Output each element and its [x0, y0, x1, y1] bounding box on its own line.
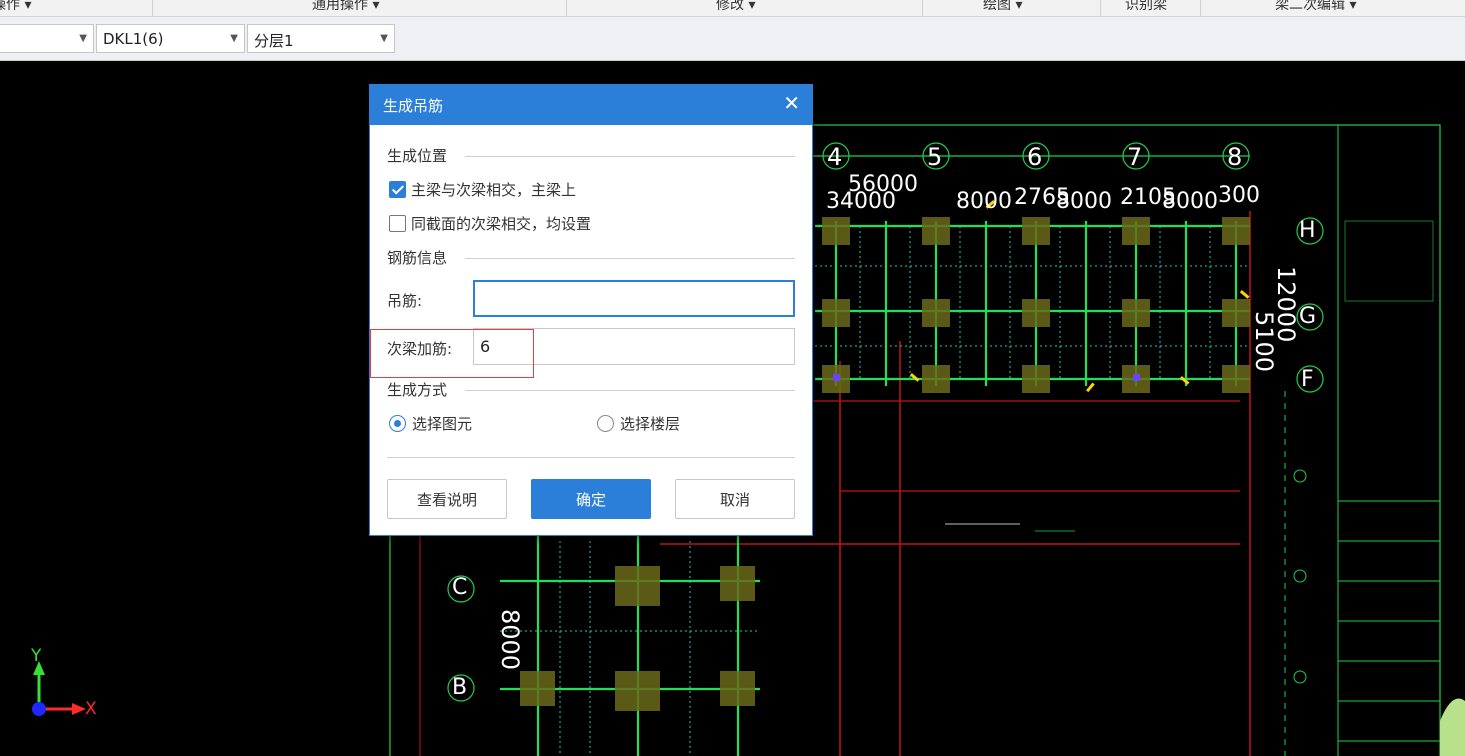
- close-icon[interactable]: ✕: [783, 91, 800, 115]
- dimension-text: 34000: [826, 189, 896, 214]
- hanger-label: 吊筋:: [387, 292, 423, 310]
- grid-number: 5: [927, 143, 943, 171]
- secondary-rebar-input[interactable]: [473, 328, 795, 365]
- checkbox-label: 主梁与次梁相交，主梁上: [411, 181, 577, 199]
- dimension-text-vertical: 5100: [1250, 311, 1278, 373]
- ribbon-group-common[interactable]: 通用操作 ▾: [312, 0, 379, 14]
- chevron-down-icon: ▼: [380, 33, 388, 44]
- grid-letter: G: [1299, 304, 1317, 329]
- section-divider: [465, 156, 795, 157]
- radio-selected-icon[interactable]: [389, 415, 406, 432]
- secondary-rebar-label: 次梁加筋:: [387, 340, 453, 358]
- checkbox-unchecked-icon[interactable]: [389, 215, 406, 232]
- section-title: 生成位置: [387, 147, 448, 165]
- grid-number: 4: [827, 143, 843, 171]
- footer-divider: [387, 457, 795, 458]
- section-title: 生成方式: [387, 381, 448, 399]
- ok-button[interactable]: 确定: [531, 479, 651, 519]
- help-button[interactable]: 查看说明: [387, 479, 507, 519]
- hanger-input[interactable]: [473, 280, 795, 317]
- radio-select-floor[interactable]: 选择楼层: [597, 413, 680, 434]
- grid-number: 6: [1027, 143, 1043, 171]
- grid-number: 7: [1127, 143, 1143, 171]
- radio-select-element[interactable]: 选择图元: [389, 413, 472, 434]
- radio-unselected-icon[interactable]: [597, 415, 614, 432]
- chevron-down-icon: ▼: [79, 33, 87, 44]
- grid-letter: H: [1299, 218, 1316, 243]
- layer-select[interactable]: 分层1 ▼: [247, 24, 395, 53]
- ribbon-group-draw[interactable]: 绘图 ▾: [983, 0, 1022, 14]
- bottom-structure: [500, 531, 760, 756]
- x-axis-label: X: [85, 699, 97, 719]
- section-title: 钢筋信息: [387, 249, 448, 267]
- ribbon-divider: [566, 0, 567, 16]
- title-table: [1344, 220, 1434, 302]
- dimension-text: 8000: [1056, 189, 1112, 214]
- dimension-text-vertical: 8000: [496, 609, 524, 671]
- radio-label: 选择图元: [412, 415, 473, 433]
- generate-hanger-dialog: 生成吊筋 ✕ 生成位置 主梁与次梁相交，主梁上 同截面的次梁相交，均设置 钢筋信…: [369, 84, 813, 536]
- ribbon-divider: [922, 0, 923, 16]
- ribbon-group-modify[interactable]: 修改 ▾: [716, 0, 755, 14]
- grid-number: 8: [1227, 143, 1243, 171]
- grid-letter: C: [452, 575, 468, 600]
- dialog-title: 生成吊筋: [383, 97, 444, 115]
- dimension-text: 300: [1218, 183, 1260, 208]
- grid-letter: F: [1301, 367, 1314, 392]
- ribbon-toolbar: 操作 ▾ 通用操作 ▾ 修改 ▾ 绘图 ▾ 识别梁 梁二次编辑 ▾: [0, 0, 1465, 17]
- hanger-marks: [909, 200, 1250, 393]
- ribbon-divider: [1200, 0, 1201, 16]
- ribbon-group-beam-edit[interactable]: 梁二次编辑 ▾: [1275, 0, 1356, 14]
- ucs-axes: [32, 661, 86, 716]
- checkbox-checked-icon[interactable]: [389, 181, 406, 198]
- selector-bar: ▼ DKL1(6) ▼ 分层1 ▼: [0, 17, 1465, 61]
- ribbon-divider: [1100, 0, 1101, 16]
- ribbon-divider: [152, 0, 153, 16]
- grid-letter: B: [452, 675, 468, 700]
- ribbon-group-operate[interactable]: 操作 ▾: [0, 0, 31, 14]
- dialog-title-bar[interactable]: 生成吊筋 ✕: [370, 85, 812, 125]
- section-divider: [465, 390, 795, 391]
- chevron-down-icon: ▼: [230, 33, 238, 44]
- corner-glyph: [1440, 698, 1465, 756]
- ribbon-group-identify-beam[interactable]: 识别梁: [1125, 0, 1167, 14]
- select-value: 分层1: [254, 32, 294, 50]
- component-select[interactable]: DKL1(6) ▼: [96, 24, 245, 53]
- section-rebar-info: 钢筋信息: [387, 247, 797, 269]
- cancel-button[interactable]: 取消: [675, 479, 795, 519]
- select-value: DKL1(6): [103, 30, 164, 48]
- section-method: 生成方式: [387, 379, 797, 401]
- small-bubbles: [1293, 469, 1307, 684]
- checkbox-same-section[interactable]: 同截面的次梁相交，均设置: [389, 213, 591, 234]
- section-divider: [465, 258, 795, 259]
- dimension-text: 8000: [956, 189, 1012, 214]
- radio-label: 选择楼层: [620, 415, 681, 433]
- checkbox-main-beam[interactable]: 主梁与次梁相交，主梁上: [389, 179, 576, 200]
- note-block: [945, 523, 1075, 532]
- y-axis-label: Y: [31, 646, 42, 666]
- section-position: 生成位置: [387, 145, 797, 167]
- floor-type-select[interactable]: ▼: [0, 24, 94, 53]
- checkbox-label: 同截面的次梁相交，均设置: [411, 215, 592, 233]
- dimension-text: 8000: [1162, 189, 1218, 214]
